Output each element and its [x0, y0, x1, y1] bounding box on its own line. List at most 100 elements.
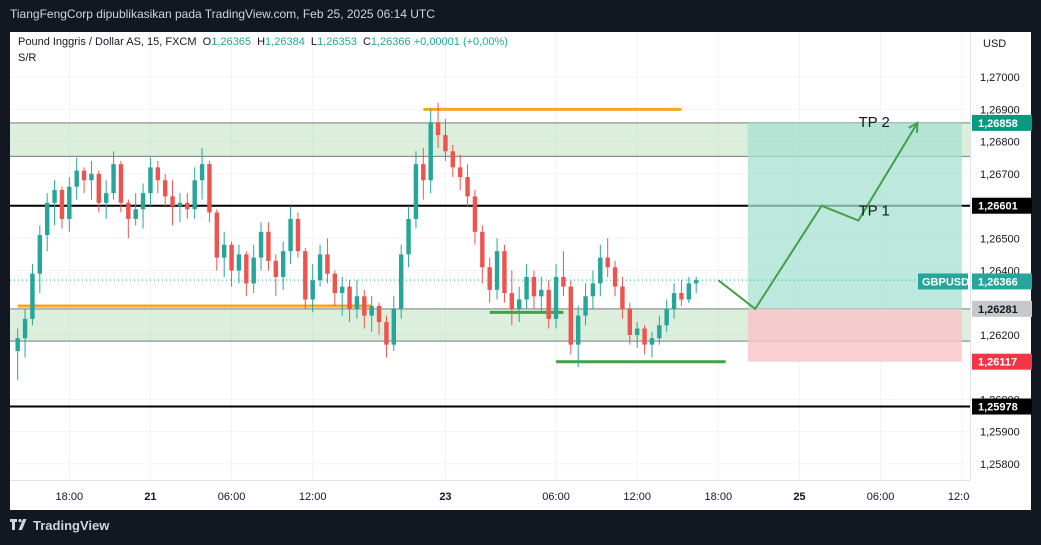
candle-body [443, 135, 448, 152]
candle-body [185, 202, 190, 210]
price-scale[interactable]: 1,27000 1,26900 1,26800 1,26700 1,26500 1,264… [970, 32, 1032, 480]
candle [531, 270, 537, 310]
candle [251, 244, 256, 294]
symbol-label: Pound Inggris / Dollar AS, 15, FXCM [18, 36, 197, 48]
price-tick: 1,26200 [980, 330, 1020, 342]
candle [244, 251, 249, 297]
candle [553, 264, 559, 329]
candle-body [140, 193, 146, 210]
candle-body [590, 283, 596, 297]
indicator-label[interactable]: S/R [18, 52, 36, 64]
time-tick: 21 [144, 491, 156, 503]
candle-body [295, 218, 301, 252]
candle [185, 193, 190, 219]
candle-body [620, 286, 625, 310]
price-tag-label: 1,25978 [978, 402, 1018, 414]
candle-body [103, 193, 109, 203]
candle-body [266, 231, 271, 261]
candle-body [339, 286, 345, 294]
candle [679, 280, 684, 306]
candle-body [494, 251, 500, 290]
candle [44, 193, 50, 252]
candle-body [155, 167, 161, 181]
candle-body [605, 257, 610, 268]
candle-body [30, 273, 35, 319]
candle [295, 212, 301, 258]
candle [693, 276, 699, 294]
candle-body [465, 177, 470, 197]
candle-body [413, 164, 419, 219]
high-label: H [254, 36, 266, 48]
candle-body [671, 293, 677, 310]
price-tick: 1,25800 [980, 459, 1020, 471]
candle-body [480, 231, 485, 268]
candle [288, 206, 293, 265]
candle [568, 280, 574, 355]
time-tick: 12:00 [623, 491, 651, 503]
symbol-tag-label: GBPUSD [922, 276, 969, 288]
candle-body [126, 202, 131, 219]
price-tick: 1,26800 [980, 137, 1020, 149]
candle-body [229, 244, 234, 271]
candle [30, 264, 35, 326]
candle [303, 247, 308, 310]
candle-body [391, 309, 397, 345]
candle-body [118, 164, 124, 203]
time-axis[interactable]: 18:00 21 06:00 12:00 23 06:00 12:00 18:00 25 06:0… [10, 481, 970, 511]
price-tick: 1,26700 [980, 169, 1020, 181]
candle-body [258, 231, 264, 258]
time-tick: 12:00 [948, 491, 970, 503]
time-scale[interactable]: 18:00 21 06:00 12:00 23 06:00 12:00 18:00 25 06:0… [10, 480, 970, 511]
candle-body [524, 276, 529, 300]
candle [103, 180, 109, 219]
candle [391, 296, 397, 352]
candle-body [664, 309, 669, 326]
publish-caption: TiangFengCorp dipublikasikan pada Tradin… [10, 7, 435, 21]
price-tag-label: 1,26117 [978, 357, 1017, 369]
candle-body [325, 254, 330, 274]
candle-body [369, 305, 374, 316]
candle-body [221, 244, 227, 258]
candle-body [362, 296, 367, 316]
candle [140, 183, 146, 229]
tradingview-logo-icon [10, 519, 28, 530]
candle-body [450, 151, 456, 168]
open-value: 1,26365 [211, 36, 251, 48]
plot-area[interactable]: TP 2 TP 1 GBPUSD [10, 32, 970, 480]
candle-body [37, 235, 43, 274]
price-chart[interactable]: TP 2 TP 1 GBPUSD [10, 32, 970, 480]
price-tick: 1,26500 [980, 233, 1020, 245]
candle-body [162, 180, 168, 197]
candle-body [67, 186, 72, 219]
candle-body [15, 338, 20, 352]
candle-body [657, 325, 662, 339]
candle [406, 206, 411, 268]
candle-body [553, 276, 559, 319]
candle-body [598, 257, 603, 284]
candle-body [568, 286, 574, 345]
price-axis[interactable]: 1,270001,269001,268001,267001,265001,264… [971, 32, 1032, 480]
long-position [747, 122, 962, 362]
candle-body [376, 305, 382, 323]
candle-body [52, 189, 57, 203]
candle-body [310, 280, 315, 300]
candle-body [575, 315, 581, 345]
price-tag-label: 1,26858 [978, 118, 1018, 130]
candle [487, 257, 492, 303]
candle-body [280, 251, 286, 277]
target-label: TP 1 [858, 203, 889, 220]
candle-body [81, 170, 87, 181]
candle [236, 244, 242, 284]
candle-body [531, 276, 537, 297]
candle [67, 177, 72, 232]
close-value: 1,26366 [370, 36, 411, 48]
candle [561, 251, 566, 297]
currency-label[interactable]: USD [983, 38, 1006, 50]
candle-body [457, 167, 463, 178]
candle [605, 238, 610, 277]
candle-body [354, 296, 360, 310]
candle-body [406, 218, 411, 255]
candle-body [89, 173, 94, 181]
candle-body [133, 209, 138, 219]
candle-body [303, 251, 308, 300]
